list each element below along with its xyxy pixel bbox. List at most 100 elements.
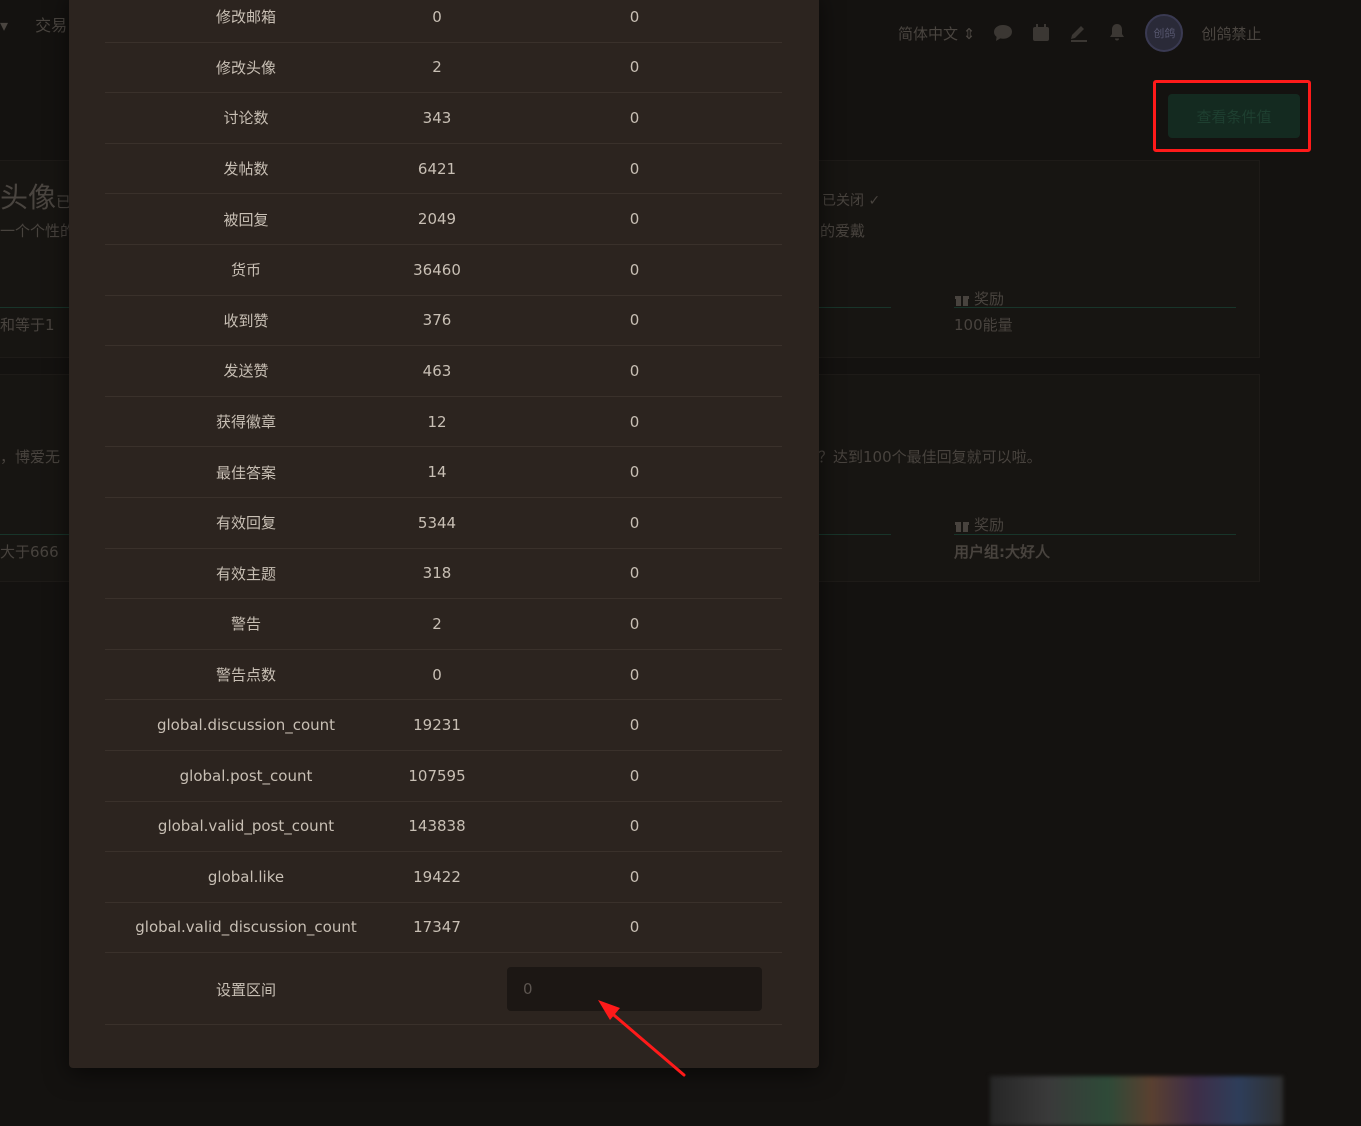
progress-underline — [819, 534, 891, 535]
chat-icon[interactable] — [993, 24, 1013, 42]
stat-name: 讨论数 — [105, 92, 387, 144]
progress-underline — [0, 534, 70, 535]
gift-icon — [955, 521, 969, 532]
table-row: 警告点数 0 0 — [105, 649, 782, 701]
status-dropdown[interactable]: 已关闭 ✓ — [822, 190, 880, 210]
calendar-icon[interactable] — [1031, 24, 1051, 42]
stat-name: 有效回复 — [105, 497, 387, 549]
stat-value: 0 — [487, 649, 782, 701]
stat-total: 343 — [387, 92, 487, 144]
language-select[interactable]: 简体中文 ⇕ — [898, 23, 975, 44]
stat-value: 0 — [487, 345, 782, 397]
achievement-description: 一个个性的 — [0, 222, 76, 240]
nav-item[interactable]: 交易 — [35, 16, 67, 35]
stat-total: 2049 — [387, 193, 487, 245]
stat-name: 收到赞 — [105, 295, 387, 347]
stat-total: 6421 — [387, 143, 487, 195]
stat-total: 12 — [387, 396, 487, 448]
stat-name: global.valid_post_count — [105, 801, 387, 853]
edit-icon[interactable] — [1069, 24, 1089, 42]
table-row: 发帖数 6421 0 — [105, 143, 782, 195]
table-row: 有效主题 318 0 — [105, 548, 782, 600]
stat-name: 获得徽章 — [105, 396, 387, 448]
stat-value: 0 — [487, 42, 782, 94]
stat-total: 17347 — [387, 902, 487, 954]
table-row: 获得徽章 12 0 — [105, 396, 782, 448]
stat-value: 0 — [487, 699, 782, 751]
table-row: global.post_count 107595 0 — [105, 750, 782, 802]
stat-name: 修改头像 — [105, 42, 387, 94]
condition-text: 和等于1 — [0, 316, 55, 334]
gift-icon — [955, 295, 969, 306]
stat-value: 0 — [487, 244, 782, 296]
reward-label: 奖励 — [974, 516, 1005, 534]
stat-value: 0 — [487, 902, 782, 954]
reward-heading: 奖励 — [954, 288, 1004, 309]
stat-value: 0 — [487, 396, 782, 448]
achievement-title: 头像已 — [0, 176, 71, 216]
stat-total: 376 — [387, 295, 487, 347]
table-row: 修改邮箱 0 0 — [105, 0, 782, 43]
stat-total: 36460 — [387, 244, 487, 296]
stat-total: 2 — [387, 42, 487, 94]
stat-value: 0 — [487, 801, 782, 853]
table-row: 最佳答案 14 0 — [105, 446, 782, 498]
stat-name: 发送赞 — [105, 345, 387, 397]
stat-total: 5344 — [387, 497, 487, 549]
blurred-thumbnail-strip — [990, 1076, 1283, 1126]
table-row: 发送赞 463 0 — [105, 345, 782, 397]
bell-icon[interactable] — [1107, 24, 1127, 42]
table-row: 警告 2 0 — [105, 598, 782, 650]
table-row: 有效回复 5344 0 — [105, 497, 782, 549]
table-row: global.discussion_count 19231 0 — [105, 699, 782, 751]
username[interactable]: 创鸽禁止 — [1201, 23, 1261, 44]
stat-value: 0 — [487, 0, 782, 43]
reward-label: 奖励 — [974, 290, 1005, 308]
achievement-description-end: 的爱戴 — [820, 222, 866, 240]
language-select-label: 简体中文 — [898, 24, 959, 43]
stat-value: 0 — [487, 193, 782, 245]
red-arrow-icon — [598, 1000, 686, 1077]
condition-text: 大于666 — [0, 543, 59, 561]
avatar[interactable]: 创鸽 — [1145, 14, 1184, 52]
reward-value: 用户组:大好人 — [954, 543, 1050, 561]
stat-value: 0 — [487, 497, 782, 549]
stat-total: 19422 — [387, 851, 487, 903]
table-row: global.valid_discussion_count 17347 0 — [105, 902, 782, 954]
stat-total: 143838 — [387, 801, 487, 853]
stats-modal: 修改邮箱 0 0 修改头像 2 0 讨论数 343 0 发帖数 6421 0 被回复 2049 0 货币 364… — [69, 0, 819, 1068]
stat-name: 被回复 — [105, 193, 387, 245]
reward-value: 100能量 — [954, 316, 1013, 334]
range-label: 设置区间 — [215, 980, 276, 999]
stat-total: 19231 — [387, 699, 487, 751]
progress-underline — [0, 307, 70, 308]
chevron-down-icon[interactable]: ▾ — [0, 16, 8, 35]
stat-name: global.post_count — [105, 750, 387, 802]
table-row: 修改头像 2 0 — [105, 42, 782, 94]
stat-value: 0 — [487, 548, 782, 600]
achievement-title-text: 头像 — [0, 181, 57, 214]
stat-value: 0 — [487, 750, 782, 802]
top-nav-right: 简体中文 ⇕ 创鸽 创鸽禁止 — [898, 14, 1261, 52]
stat-total: 318 — [387, 548, 487, 600]
stat-value: 0 — [487, 598, 782, 650]
achievement-description-end: ？达到100个最佳回复就可以啦。 — [818, 448, 1042, 466]
stat-name: global.valid_discussion_count — [105, 902, 387, 954]
stat-name: 有效主题 — [105, 548, 387, 600]
stat-value: 0 — [487, 446, 782, 498]
stat-name: global.like — [105, 851, 387, 903]
stat-value: 0 — [487, 851, 782, 903]
table-row: 货币 36460 0 — [105, 244, 782, 296]
progress-underline — [819, 307, 891, 308]
stat-name: 发帖数 — [105, 143, 387, 195]
stat-total: 14 — [387, 446, 487, 498]
stat-name: 修改邮箱 — [105, 0, 387, 43]
stat-value: 0 — [487, 295, 782, 347]
stat-total: 0 — [387, 0, 487, 43]
stat-name: 货币 — [105, 244, 387, 296]
table-row: 被回复 2049 0 — [105, 193, 782, 245]
table-row: 收到赞 376 0 — [105, 295, 782, 347]
table-row: global.valid_post_count 143838 0 — [105, 801, 782, 853]
stat-total: 2 — [387, 598, 487, 650]
top-nav-left: ▾ 交易 — [0, 12, 67, 36]
